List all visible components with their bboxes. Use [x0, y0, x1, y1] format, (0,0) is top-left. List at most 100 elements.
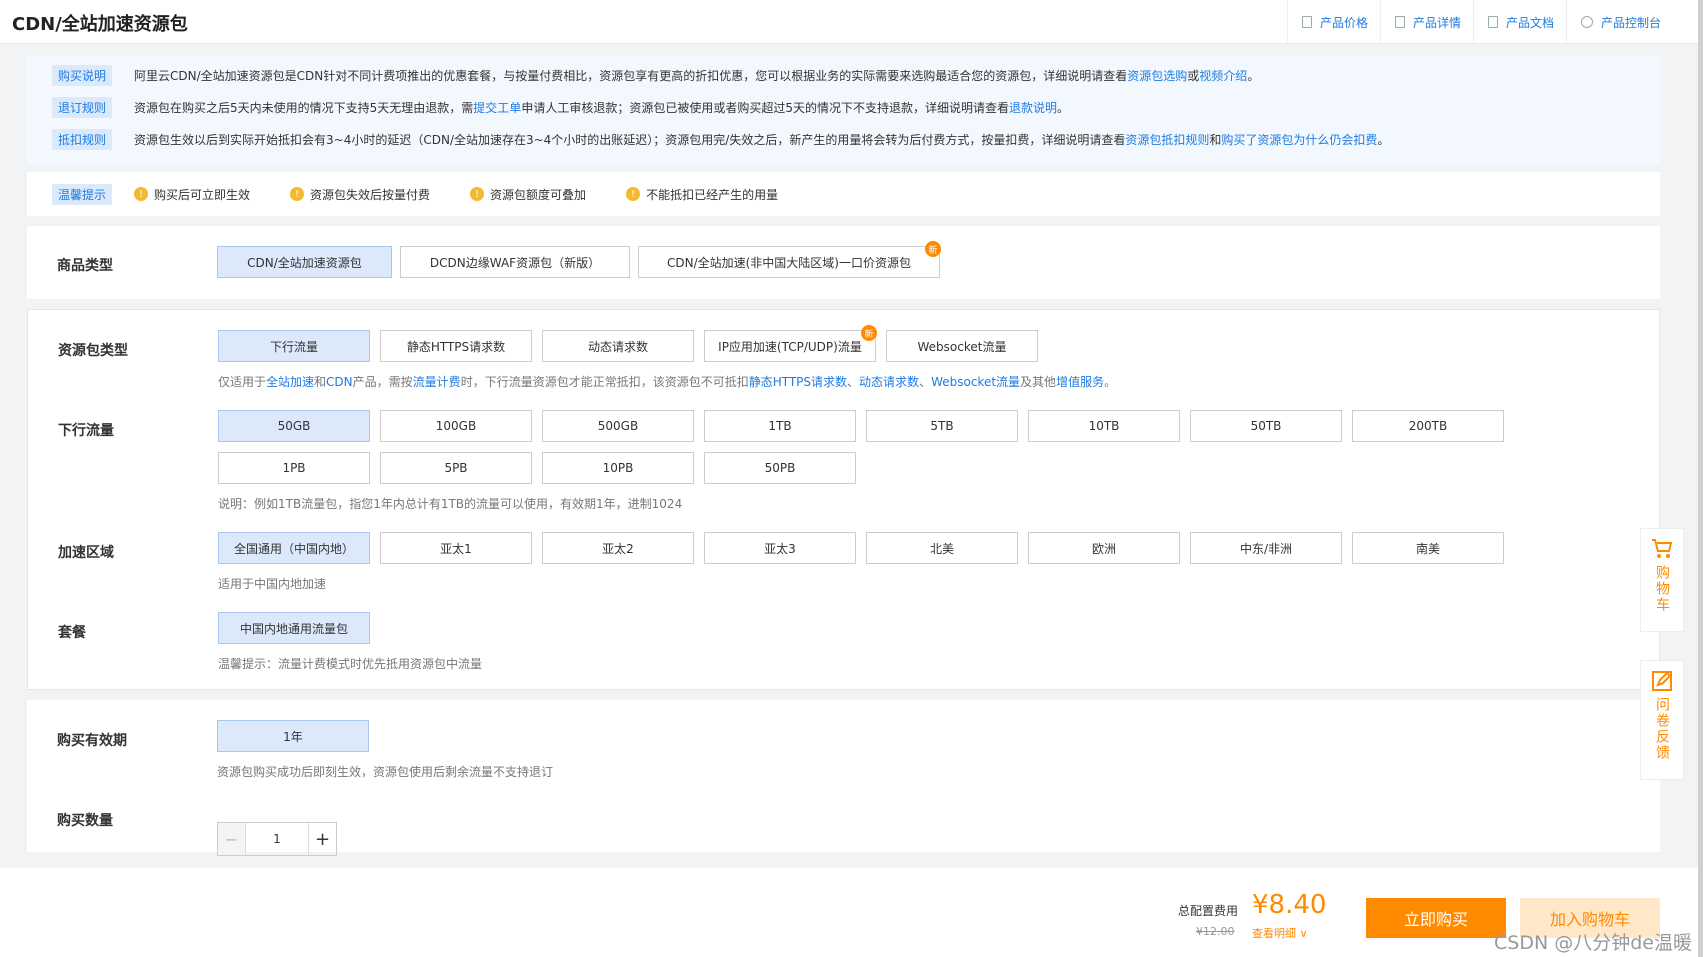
region-option[interactable]: 亚太2: [542, 532, 694, 564]
package-type-hint: 仅适用于全站加速和CDN产品，需按流量计费时，下行流量资源包才能正常抵扣，该资源…: [218, 373, 1116, 390]
edit-icon: [1652, 671, 1672, 691]
purchase-options-section: 购买有效期 1年 资源包购买成功后即刻生效，资源包使用后剩余流量不支持退订 购买…: [27, 700, 1660, 856]
traffic-option[interactable]: 5PB: [380, 452, 532, 484]
header-link-docs[interactable]: 产品文档: [1472, 0, 1566, 44]
region-option[interactable]: 亚太1: [380, 532, 532, 564]
hint-link[interactable]: 增值服务: [1056, 375, 1104, 389]
traffic-option[interactable]: 10TB: [1028, 410, 1180, 442]
purchase-footer: 总配置费用 ¥8.40 ¥12.00 查看明细 ∨ 立即购买 加入购物车 CSD…: [0, 868, 1698, 957]
header-link-label: 产品详情: [1412, 15, 1461, 30]
validity-hint: 资源包购买成功后即刻生效，资源包使用后剩余流量不支持退订: [217, 765, 554, 779]
page-scrollbar[interactable]: [1698, 0, 1703, 957]
hint-link[interactable]: Websocket流量: [931, 375, 1020, 389]
total-price: ¥8.40: [1252, 890, 1327, 920]
hint-text: 仅适用于: [218, 375, 267, 389]
tip-item: ! 不能抵扣已经产生的用量: [626, 186, 778, 203]
purchase-end: 。: [1247, 69, 1260, 83]
package-option-label: IP应用加速(TCP/UDP)流量: [718, 339, 862, 354]
package-option-https[interactable]: 静态HTTPS请求数: [380, 330, 532, 362]
traffic-option[interactable]: 200TB: [1352, 410, 1504, 442]
traffic-option[interactable]: 50GB: [218, 410, 370, 442]
product-option-cdn[interactable]: CDN/全站加速资源包: [217, 246, 392, 278]
warning-icon: !: [626, 187, 641, 201]
package-option-ip-accel[interactable]: IP应用加速(TCP/UDP)流量 新: [704, 325, 877, 362]
header-link-price[interactable]: 产品价格: [1286, 0, 1380, 44]
region-option[interactable]: 亚太3: [704, 532, 856, 564]
plan-option[interactable]: 中国内地通用流量包: [218, 612, 370, 644]
traffic-option[interactable]: 1PB: [218, 452, 370, 484]
product-option-overseas[interactable]: CDN/全站加速(非中国大陆区域)一口价资源包 新: [638, 241, 941, 278]
tip-item: ! 购买后可立即生效: [134, 186, 250, 203]
hint-link[interactable]: 全站加速: [266, 375, 314, 389]
traffic-option[interactable]: 5TB: [866, 410, 1018, 442]
hint-link[interactable]: 动态请求数: [859, 375, 919, 389]
total-price-label: 总配置费用: [1178, 904, 1239, 918]
deduct-end: 。: [1377, 133, 1390, 147]
floating-survey-button[interactable]: 问卷反馈: [1640, 660, 1684, 780]
header-link-console[interactable]: 产品控制台: [1565, 0, 1673, 44]
hint-text: 时，下行流量资源包才能正常抵扣，该资源包不可抵扣: [460, 375, 749, 389]
notice-row-deduct: 抵扣规则 资源包生效以后到实际开始抵扣会有3~4小时的延迟（CDN/全站加速存在…: [52, 129, 1389, 150]
video-intro-link[interactable]: 视频介绍: [1199, 67, 1247, 84]
hint-text: 和: [314, 375, 327, 389]
tip-item: ! 资源包失效后按量付费: [290, 186, 430, 203]
hint-link[interactable]: 静态HTTPS请求数: [749, 375, 847, 389]
hint-text: 、: [919, 375, 932, 389]
traffic-option[interactable]: 1TB: [704, 410, 856, 442]
package-option-websocket[interactable]: Websocket流量: [886, 330, 1038, 362]
region-option[interactable]: 北美: [866, 532, 1018, 564]
survey-float-label: 问卷反馈: [1654, 697, 1670, 761]
floating-cart-button[interactable]: 购物车: [1640, 528, 1684, 632]
product-option-label: CDN/全站加速(非中国大陆区域)一口价资源包: [666, 255, 911, 270]
quantity-stepper: − 1 +: [217, 822, 337, 856]
page-title: CDN/全站加速资源包: [12, 14, 188, 35]
header-link-label: 产品文档: [1505, 15, 1554, 30]
traffic-option[interactable]: 50TB: [1190, 410, 1342, 442]
region-option[interactable]: 全国通用（中国内地）: [218, 532, 370, 564]
package-option-dynamic[interactable]: 动态请求数: [542, 330, 694, 362]
header-link-detail[interactable]: 产品详情: [1379, 0, 1473, 44]
notice-box: 购买说明 阿里云CDN/全站加速资源包是CDN针对不同计费项推出的优惠套餐，与按…: [27, 56, 1660, 164]
buy-now-button[interactable]: 立即购买: [1366, 898, 1506, 938]
package-select-link[interactable]: 资源包选购: [1127, 67, 1187, 84]
deduct-rules-link[interactable]: 资源包抵扣规则: [1125, 131, 1209, 148]
region-option[interactable]: 南美: [1352, 532, 1504, 564]
decrement-button[interactable]: −: [218, 823, 246, 855]
traffic-option[interactable]: 10PB: [542, 452, 694, 484]
tips-bar: 温馨提示 ! 购买后可立即生效 ! 资源包失效后按量付费 ! 资源包额度可叠加 ! 不能…: [27, 172, 1660, 216]
quantity-input[interactable]: 1: [246, 823, 308, 855]
tip-label: 不能抵扣已经产生的用量: [646, 187, 779, 202]
view-detail-link[interactable]: 查看明细 ∨: [1252, 925, 1308, 941]
page-header: CDN/全站加速资源包 产品价格 产品详情 产品文档 产品控制台: [0, 0, 1703, 44]
traffic-option[interactable]: 100GB: [380, 410, 532, 442]
hint-link[interactable]: 流量计费: [413, 375, 461, 389]
why-charged-link[interactable]: 购买了资源包为什么仍会扣费: [1221, 131, 1377, 148]
increment-button[interactable]: +: [308, 823, 336, 855]
product-type-label: 商品类型: [57, 258, 113, 274]
hint-link[interactable]: CDN: [326, 375, 353, 389]
original-price: ¥12.00: [1196, 925, 1235, 938]
watermark: CSDN @八分钟de温暖: [1494, 932, 1692, 954]
traffic-option[interactable]: 50PB: [704, 452, 856, 484]
region-option[interactable]: 欧洲: [1028, 532, 1180, 564]
header-link-label: 产品价格: [1319, 15, 1368, 30]
validity-option-1-year[interactable]: 1年: [217, 720, 369, 752]
package-config-section: 资源包类型 下行流量 静态HTTPS请求数 动态请求数 IP应用加速(TCP/U…: [27, 309, 1660, 690]
traffic-label: 下行流量: [58, 423, 114, 439]
product-option-dcdn-waf[interactable]: DCDN边缘WAF资源包（新版）: [400, 246, 630, 278]
package-option-downstream[interactable]: 下行流量: [218, 330, 370, 362]
deduct-tag: 抵扣规则: [52, 129, 113, 150]
hint-text: 及其他: [1020, 375, 1057, 389]
refund-info-link[interactable]: 退款说明: [1009, 99, 1057, 116]
submit-ticket-link[interactable]: 提交工单: [473, 99, 521, 116]
traffic-option[interactable]: 500GB: [542, 410, 694, 442]
tips-tag: 温馨提示: [52, 183, 113, 205]
hint-text: 产品，需按: [352, 375, 413, 389]
refund-end: 。: [1056, 101, 1069, 115]
notice-row-refund: 退订规则 资源包在购买之后5天内未使用的情况下支持5天无理由退款，需 提交工单 申请…: [52, 97, 1069, 118]
hint-text: 。: [1104, 375, 1117, 389]
warning-icon: !: [134, 187, 149, 201]
tip-label: 资源包失效后按量付费: [310, 187, 431, 202]
tip-label: 购买后可立即生效: [154, 187, 251, 202]
region-option[interactable]: 中东/非洲: [1190, 532, 1342, 564]
